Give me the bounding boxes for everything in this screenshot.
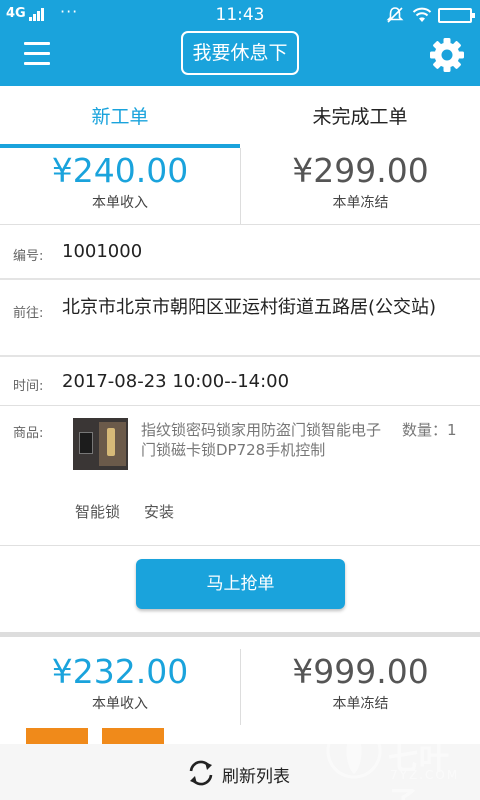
price-summary: ¥232.00 本单收入 ¥999.00 本单冻结 (0, 649, 480, 725)
frozen-amount: ¥299.00 (292, 151, 429, 190)
watermark-name: 七叶子 (388, 742, 450, 800)
frozen-block: ¥299.00 本单冻结 (240, 148, 480, 224)
time-label: 时间: (13, 379, 44, 394)
income-label: 本单收入 (92, 696, 148, 712)
time-row: 时间: 2017-08-23 10:00--14:00 (0, 355, 480, 405)
watermark-url: 7YZ.COM (390, 768, 460, 782)
tab-new-orders[interactable]: 新工单 (0, 86, 240, 148)
wifi-icon (412, 7, 432, 22)
menu-icon[interactable] (24, 42, 50, 66)
battery-icon (438, 8, 475, 23)
goods-label: 商品: (13, 426, 44, 441)
status-bar: 4G ··· 11:43 (0, 0, 480, 30)
tag-smart-lock: 智能锁 (75, 503, 121, 521)
frozen-amount: ¥999.00 (292, 652, 429, 691)
app-bar: 我要休息下 (0, 30, 480, 86)
refresh-label: 刷新列表 (222, 767, 290, 787)
order-number-label: 编号: (13, 249, 44, 264)
income-amount: ¥232.00 (51, 652, 189, 691)
refresh-icon (189, 760, 213, 786)
price-summary: ¥240.00 本单收入 ¥299.00 本单冻结 (0, 148, 480, 224)
clock: 11:43 (215, 5, 265, 25)
rest-button[interactable]: 我要休息下 (181, 31, 299, 75)
watermark: 七叶子 7YZ.COM (324, 716, 474, 800)
income-label: 本单收入 (92, 195, 148, 211)
destination-row: 前往: 北京市北京市朝阳区亚运村街道五路居(公交站) (0, 278, 480, 355)
mute-icon (386, 7, 404, 23)
income-amount: ¥240.00 (51, 151, 189, 190)
watermark-logo (326, 723, 382, 779)
tab-bar: 新工单 未完成工单 (0, 86, 480, 148)
service-time: 2017-08-23 10:00--14:00 (62, 371, 290, 392)
goods-quantity: 数量：1 (402, 421, 457, 439)
frozen-label: 本单冻结 (332, 696, 389, 712)
tag-install: 安装 (144, 503, 175, 521)
goods-name: 指纹锁密码锁家用防盗门锁智能电子门锁磁卡锁DP728手机控制 (141, 421, 382, 459)
frozen-block: ¥999.00 本单冻结 (240, 649, 480, 725)
grab-order-button[interactable]: 马上抢单 (136, 559, 345, 609)
frozen-label: 本单冻结 (332, 195, 389, 211)
order-number: 1001000 (62, 241, 143, 262)
goods-row: 商品: 指纹锁密码锁家用防盗门锁智能电子门锁磁卡锁DP728手机控制 数量：1 … (0, 405, 480, 545)
refresh-list-button[interactable]: 刷新列表 (186, 758, 290, 788)
destination-label: 前往: (13, 306, 44, 321)
tab-unfinished-orders[interactable]: 未完成工单 (240, 86, 480, 148)
order-number-row: 编号: 1001000 (0, 224, 480, 278)
destination-address: 北京市北京市朝阳区亚运村街道五路居(公交站) (62, 297, 437, 318)
income-block: ¥240.00 本单收入 (0, 148, 240, 224)
income-block: ¥232.00 本单收入 (0, 649, 240, 725)
goods-thumbnail (73, 418, 128, 470)
gear-icon[interactable] (428, 36, 466, 74)
